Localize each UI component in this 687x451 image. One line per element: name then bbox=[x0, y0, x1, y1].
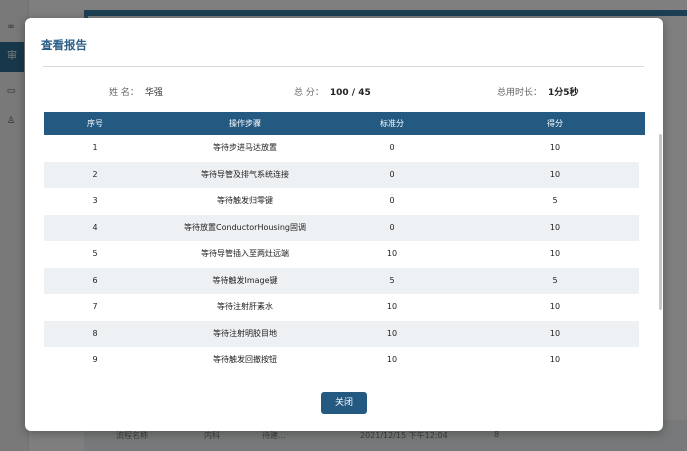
cell-standard: 5 bbox=[389, 275, 395, 285]
cell-no: 5 bbox=[92, 249, 98, 258]
time-label: 总用时长： bbox=[497, 88, 543, 98]
cell-score: 10 bbox=[549, 249, 561, 258]
cell-standard: 10 bbox=[386, 328, 398, 338]
table-row: 2 等待导管及排气系统连接 0 10 bbox=[44, 161, 639, 188]
cell-step: 等待触发归零键 bbox=[217, 196, 273, 205]
summary-time: 总用时长： 1分5秒 bbox=[497, 85, 579, 98]
cell-standard: 0 bbox=[389, 222, 395, 232]
cell-standard: 10 bbox=[386, 302, 398, 311]
cell-step: 等待导管插入至两灶远端 bbox=[201, 249, 289, 258]
name-label: 姓 名： bbox=[109, 88, 139, 98]
table-row: 8 等待注射明胶目地 10 10 bbox=[44, 320, 639, 347]
cell-no: 8 bbox=[92, 328, 98, 338]
cell-score: 10 bbox=[549, 328, 561, 338]
cell-no: 4 bbox=[92, 222, 98, 232]
table-scrollbar[interactable] bbox=[659, 134, 662, 310]
cell-step: 等待步进马达放置 bbox=[213, 143, 277, 152]
header-no: 序号 bbox=[87, 119, 103, 128]
cell-step: 等待触发Image键 bbox=[212, 275, 278, 285]
score-label: 总 分： bbox=[294, 88, 324, 98]
cell-score: 5 bbox=[552, 275, 558, 285]
cell-no: 9 bbox=[92, 355, 98, 364]
name-value: 华强 bbox=[144, 88, 163, 98]
cell-score: 10 bbox=[549, 355, 561, 364]
summary-score: 总 分： 100 / 45 bbox=[294, 85, 371, 98]
cell-score: 10 bbox=[549, 169, 561, 179]
cell-score: 10 bbox=[549, 222, 561, 232]
table-row: 9 等待触发回撤按钮 10 10 bbox=[44, 347, 639, 374]
cell-score: 10 bbox=[549, 143, 561, 152]
cell-no: 3 bbox=[92, 196, 98, 205]
cell-step: 等待注射肝素水 bbox=[217, 302, 273, 311]
table-row: 6 等待触发Image键 5 5 bbox=[44, 267, 639, 294]
cell-standard: 10 bbox=[386, 249, 398, 258]
cell-no: 7 bbox=[92, 302, 98, 311]
cell-standard: 0 bbox=[389, 169, 395, 179]
cell-step: 等待放置ConductorHousing固调 bbox=[184, 222, 306, 232]
header-step: 操作步骤 bbox=[229, 119, 261, 128]
cell-step: 等待导管及排气系统连接 bbox=[201, 169, 289, 179]
title-divider bbox=[43, 66, 644, 67]
table-row: 7 等待注射肝素水 10 10 bbox=[44, 294, 639, 321]
cell-score: 5 bbox=[552, 196, 558, 205]
table-row: 1 等待步进马达放置 0 10 bbox=[44, 135, 639, 162]
cell-standard: 0 bbox=[389, 143, 395, 152]
cell-step: 等待触发回撤按钮 bbox=[213, 355, 277, 364]
score-value: 100 / 45 bbox=[329, 88, 371, 98]
cell-score: 10 bbox=[549, 302, 561, 311]
cell-no: 2 bbox=[92, 169, 98, 179]
cell-no: 1 bbox=[92, 143, 98, 152]
cell-standard: 0 bbox=[389, 196, 395, 205]
table-header: 序号 操作步骤 标准分 得分 bbox=[44, 112, 645, 135]
cell-step: 等待注射明胶目地 bbox=[213, 328, 277, 338]
header-standard: 标准分 bbox=[380, 119, 404, 128]
time-value: 1分5秒 bbox=[548, 88, 579, 98]
cell-standard: 10 bbox=[386, 355, 398, 364]
table-row: 4 等待放置ConductorHousing固调 0 10 bbox=[44, 214, 639, 241]
close-button[interactable]: 关闭 bbox=[321, 392, 367, 414]
table-row: 3 等待触发归零键 0 5 bbox=[44, 188, 639, 215]
table-row: 5 等待导管插入至两灶远端 10 10 bbox=[44, 241, 639, 268]
report-table: 序号 操作步骤 标准分 得分 1 等待步进马达放置 0 10 2 等待导管及排气… bbox=[44, 112, 645, 374]
report-dialog: 查看报告 姓 名： 华强 总 分： 100 / 45 总用时长： 1分5秒 序号 操作… bbox=[25, 18, 663, 431]
header-score: 得分 bbox=[547, 119, 563, 128]
summary-name: 姓 名： 华强 bbox=[109, 85, 163, 98]
dialog-title: 查看报告 bbox=[41, 38, 87, 52]
cell-no: 6 bbox=[92, 275, 98, 285]
